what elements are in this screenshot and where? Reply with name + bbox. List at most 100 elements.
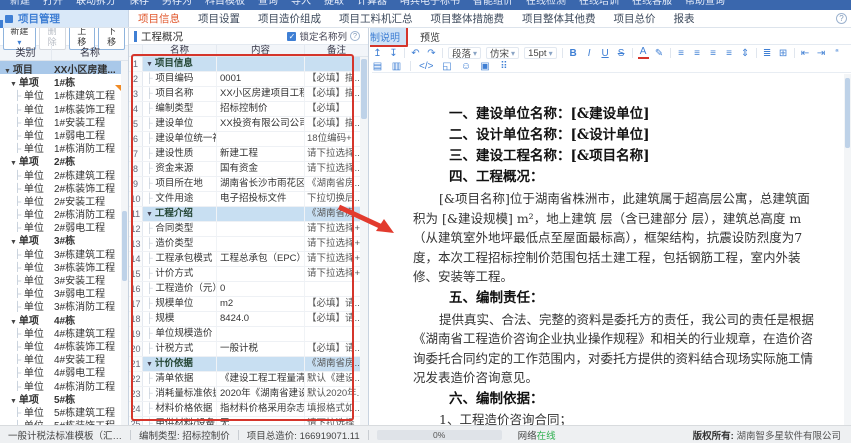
tree-row[interactable]: 单位 5#栋装饰工程 xyxy=(0,417,121,425)
help-icon[interactable]: ? xyxy=(836,13,847,24)
undo-icon[interactable]: ↶ xyxy=(410,48,421,59)
import-icon[interactable]: ↥ xyxy=(372,48,383,59)
table-row[interactable]: 10 文件用途 电子招投标文件 下拉切换后... xyxy=(129,192,360,207)
list-icon[interactable]: ≣ xyxy=(762,48,773,59)
table-row[interactable]: 21 计价依据 《湖南省房... xyxy=(129,357,360,372)
editor-tab[interactable]: 预览 xyxy=(414,28,446,45)
menu-item[interactable]: 联动拆分 xyxy=(76,0,116,9)
table-row[interactable]: 19 单位规模造价（... xyxy=(129,327,360,342)
font-color-icon[interactable]: A xyxy=(638,47,649,59)
menu-item[interactable]: 在线客服 xyxy=(632,0,672,9)
workspace-tab[interactable]: 报表 xyxy=(665,10,704,27)
table-row[interactable]: 4 编制类型 招标控制价 【必填】 xyxy=(129,102,360,117)
table-row[interactable]: 12 合同类型 请下拉选择+ xyxy=(129,222,360,237)
menu-item[interactable]: 打开 xyxy=(43,0,63,9)
table-row[interactable]: 14 工程承包模式 工程总承包（EPC） 请下拉选择+ xyxy=(129,252,360,267)
strikethrough-button[interactable]: S xyxy=(616,48,627,59)
paragraph-select[interactable]: 段落▾ xyxy=(448,47,481,59)
tree-row[interactable]: 单位 5#栋建筑工程 xyxy=(0,404,121,417)
tree-row[interactable]: 单项 5#栋 xyxy=(0,391,121,404)
align-right-icon[interactable]: ≡ xyxy=(708,48,719,59)
bold-button[interactable]: B xyxy=(568,48,579,59)
code-icon[interactable]: </> xyxy=(419,61,433,72)
indent-decrease-icon[interactable]: ⇤ xyxy=(800,48,811,59)
tree-row[interactable]: 单项 1#栋 xyxy=(0,74,121,87)
tree-row[interactable]: 单位 1#栋装饰工程 xyxy=(0,101,121,114)
table-row[interactable]: 5 建设单位 XX投资有限公司公司 【必填】描... xyxy=(129,117,360,132)
menu-item[interactable]: 哨兵电子标书 xyxy=(400,0,460,9)
font-family-select[interactable]: 仿宋▾ xyxy=(486,47,519,59)
table-row[interactable]: 1 项目信息 xyxy=(129,57,360,72)
table-row[interactable]: 2 项目编码 0001 【必填】描... xyxy=(129,72,360,87)
menu-item[interactable]: 科目模板 xyxy=(205,0,245,9)
table-row[interactable]: 23 消耗量标准依据 2020年《湖南省建设... 默认2020年... xyxy=(129,387,360,402)
tree-row[interactable]: 单位 4#栋消防工程 xyxy=(0,378,121,391)
tree-row[interactable]: 单位 2#安装工程 xyxy=(0,193,121,206)
table-row[interactable]: 22 清单依据 《建设工程工程量清... 默认《建设... xyxy=(129,372,360,387)
table-row[interactable]: 25 甲供材料/设备 无 请下拉选择... xyxy=(129,417,360,425)
tree-row[interactable]: 单位 1#栋建筑工程 xyxy=(0,87,121,100)
table-row[interactable]: 8 资金来源 国有资金 请下拉选择... xyxy=(129,162,360,177)
menu-item[interactable]: 新建 xyxy=(10,0,30,9)
tree-row[interactable]: 单位 4#栋建筑工程 xyxy=(0,325,121,338)
tree-row[interactable]: 单位 3#栋装饰工程 xyxy=(0,259,121,272)
table-row[interactable]: 6 建设单位统一社... 18位编码+ xyxy=(129,132,360,147)
menu-item[interactable]: 查询 xyxy=(258,0,278,9)
scrollbar-thumb[interactable] xyxy=(845,78,850,148)
menu-item[interactable]: 另存为 xyxy=(162,0,192,9)
table-scrollbar[interactable] xyxy=(360,57,368,425)
justify-icon[interactable]: ≡ xyxy=(724,48,735,59)
table-row[interactable]: 16 工程造价（元） 0 xyxy=(129,282,360,297)
align-center-icon[interactable]: ≡ xyxy=(692,48,703,59)
editor-tab[interactable]: 编制说明 xyxy=(370,28,408,47)
table-row[interactable]: 17 规模单位 m2 【必填】请... xyxy=(129,297,360,312)
tree-row[interactable]: 单位 3#栋消防工程 xyxy=(0,298,121,311)
highlight-icon[interactable]: ✎ xyxy=(654,48,665,59)
document-editor[interactable]: 一、建设单位名称：[&建设单位]二、设计单位名称：[&设计单位]三、建设工程名称… xyxy=(370,74,844,425)
paste-icon[interactable]: ▤ xyxy=(372,61,383,72)
tree-row[interactable]: 单位 1#安装工程 xyxy=(0,114,121,127)
scrollbar-thumb[interactable] xyxy=(361,59,367,119)
menu-item[interactable]: 智能组价 xyxy=(473,0,513,9)
workspace-tab[interactable]: 项目整体其他费 xyxy=(513,10,605,27)
menu-item[interactable]: 帮助查询 xyxy=(685,0,725,9)
menu-item[interactable]: 计算器 xyxy=(357,0,387,9)
redo-icon[interactable]: ↷ xyxy=(426,48,437,59)
workspace-tab[interactable]: 项目造价组成 xyxy=(249,10,330,27)
workspace-tab[interactable]: 项目总价 xyxy=(605,10,665,27)
table-row[interactable]: 20 计税方式 一般计税 【必填】请... xyxy=(129,342,360,357)
tree-row[interactable]: 单位 1#弱电工程 xyxy=(0,127,121,140)
tree-row[interactable]: 单位 3#安装工程 xyxy=(0,272,121,285)
table-row[interactable]: 24 材料价格依据 指材料价格采用杂志... 填报格式如... xyxy=(129,402,360,417)
menu-item[interactable]: 在线检测 xyxy=(526,0,566,9)
workspace-tab[interactable]: 项目设置 xyxy=(189,10,249,27)
table-row[interactable]: 13 造价类型 请下拉选择+ xyxy=(129,237,360,252)
lock-name-checkbox[interactable]: ✓ xyxy=(287,32,296,41)
user-icon[interactable]: ☺ xyxy=(460,61,471,72)
tree-row[interactable]: 单位 4#弱电工程 xyxy=(0,364,121,377)
line-spacing-icon[interactable]: ⇕ xyxy=(740,48,751,59)
quote-icon[interactable]: “ xyxy=(832,48,843,59)
copy-icon[interactable]: ▥ xyxy=(391,61,402,72)
italic-button[interactable]: I xyxy=(584,48,595,59)
help-icon[interactable]: ? xyxy=(350,31,360,41)
menu-item[interactable]: 在线培训 xyxy=(579,0,619,9)
tree-scrollbar[interactable] xyxy=(121,61,128,425)
table-row[interactable]: 18 规模 8424.0 【必填】请... xyxy=(129,312,360,327)
scrollbar-thumb[interactable] xyxy=(122,211,127,281)
tree-row[interactable]: 单项 2#栋 xyxy=(0,153,121,166)
document-scrollbar[interactable] xyxy=(844,74,851,425)
tree-row[interactable]: 单项 3#栋 xyxy=(0,232,121,245)
underline-button[interactable]: U xyxy=(600,48,611,59)
indent-increase-icon[interactable]: ⇥ xyxy=(816,48,827,59)
font-size-select[interactable]: 15pt▾ xyxy=(524,47,557,59)
tree-row[interactable]: 单项 4#栋 xyxy=(0,312,121,325)
table-row[interactable]: 11 工程介绍 《湖南省房... xyxy=(129,207,360,222)
menu-item[interactable]: 导入 xyxy=(291,0,311,9)
template-label[interactable]: 一般计税法标准模板（汇… xyxy=(0,428,130,442)
tree-row[interactable]: 单位 2#栋消防工程 xyxy=(0,206,121,219)
tree-row[interactable]: 项目 XX小区房建... xyxy=(0,61,121,74)
tab-project-management[interactable]: 项目管理 xyxy=(0,10,129,27)
tree-row[interactable]: 单位 4#安装工程 xyxy=(0,351,121,364)
table-icon[interactable]: ⊞ xyxy=(778,48,789,59)
